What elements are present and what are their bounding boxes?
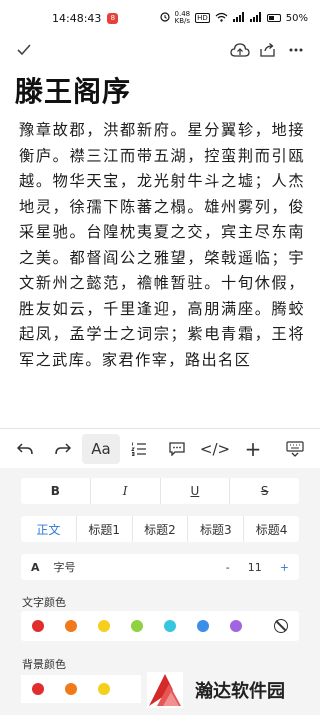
app-notification-icon: 8 (107, 12, 119, 24)
bg-color-label: 背景颜色 (22, 658, 66, 671)
text-color-swatch[interactable] (131, 620, 143, 632)
strikethrough-button[interactable]: S (230, 478, 299, 504)
code-button[interactable]: </> (196, 434, 234, 464)
font-size-value: 11 (247, 560, 262, 574)
cloud-upload-icon[interactable] (226, 36, 254, 64)
heading-4-button[interactable]: 标题4 (244, 516, 299, 542)
text-color-swatch[interactable] (65, 620, 77, 632)
heading-row: 正文 标题1 标题2 标题3 标题4 (21, 516, 299, 542)
bg-color-swatch[interactable] (32, 683, 44, 695)
text-color-row (21, 611, 299, 641)
watermark-logo-icon (145, 670, 185, 710)
heading-body-button[interactable]: 正文 (21, 516, 77, 542)
comment-icon[interactable] (158, 434, 196, 464)
underline-button[interactable]: U (161, 478, 231, 504)
no-color-icon[interactable] (274, 619, 288, 633)
text-color-swatch[interactable] (230, 620, 242, 632)
heading-3-button[interactable]: 标题3 (188, 516, 245, 542)
more-icon[interactable] (282, 36, 310, 64)
heading-1-button[interactable]: 标题1 (77, 516, 133, 542)
text-color-label: 文字颜色 (22, 596, 66, 609)
status-bar: 14:48:43 8 0.48 KB/s HD 50% (0, 0, 320, 36)
italic-button[interactable]: I (91, 478, 161, 504)
text-color-swatch[interactable] (98, 620, 110, 632)
bg-color-swatch[interactable] (98, 683, 110, 695)
font-size-icon: A (31, 560, 40, 574)
bg-color-row (21, 675, 141, 703)
editor-top-bar (0, 36, 320, 64)
bg-color-swatch[interactable] (65, 683, 77, 695)
font-size-increase-button[interactable]: + (280, 561, 289, 574)
text-color-swatch[interactable] (164, 620, 176, 632)
share-icon[interactable] (254, 36, 282, 64)
add-button[interactable]: + (234, 434, 272, 464)
font-size-decrease-button[interactable]: - (226, 561, 230, 574)
signal-icon (232, 11, 245, 25)
font-size-row: A 字号 - 11 + (21, 554, 299, 580)
editor-toolbar: Aa </> + (0, 428, 320, 468)
text-color-swatch[interactable] (197, 620, 209, 632)
wifi-icon (215, 12, 228, 25)
keyboard-hide-icon[interactable] (276, 434, 314, 464)
text-style-row: B I U S (21, 478, 299, 504)
hd-icon: HD (195, 13, 210, 23)
watermark-text: 瀚达软件园 (195, 680, 285, 702)
alarm-icon (159, 11, 170, 25)
text-style-button[interactable]: Aa (82, 433, 120, 464)
status-time: 14:48:43 (52, 11, 102, 25)
battery-percent: 50% (285, 12, 308, 24)
network-rate: 0.48 KB/s (174, 10, 191, 25)
text-color-swatch[interactable] (32, 620, 44, 632)
document-body[interactable]: 豫章故郡，洪都新府。星分翼轸，地接衡庐。襟三江而带五湖，控蛮荆而引瓯越。物华天宝… (19, 118, 305, 424)
checkmark-icon[interactable] (10, 36, 38, 64)
bold-button[interactable]: B (21, 478, 91, 504)
redo-icon[interactable] (44, 434, 82, 464)
document-title[interactable]: 滕王阁序 (15, 70, 131, 110)
heading-2-button[interactable]: 标题2 (133, 516, 189, 542)
battery-icon (266, 14, 281, 22)
watermark: 瀚达软件园 (145, 664, 320, 715)
undo-icon[interactable] (6, 434, 44, 464)
font-size-label: 字号 (53, 561, 76, 574)
numbered-list-icon[interactable] (120, 434, 158, 464)
signal-icon-2 (249, 11, 262, 25)
